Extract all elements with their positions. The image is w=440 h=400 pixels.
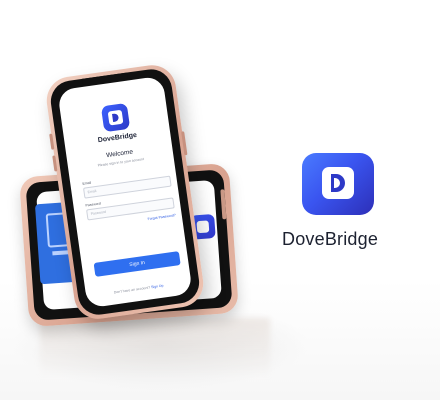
front-phone-bezel: DoveBridge Welcome Please sign in to you…	[48, 66, 202, 318]
phone-reflection	[40, 318, 270, 378]
email-label: Email	[82, 180, 92, 186]
back-phone-side-button	[220, 189, 227, 220]
volume-up-button	[49, 133, 55, 150]
power-button	[181, 131, 188, 156]
email-placeholder: Email	[87, 188, 97, 195]
email-field[interactable]: Email	[83, 175, 172, 199]
dove-bridge-logo-icon	[302, 153, 374, 215]
sign-in-button[interactable]: Sign In	[93, 251, 181, 277]
app-logo-icon	[100, 102, 131, 133]
mockup-stage: DoveBridge Welcome Please sign in to you…	[0, 0, 440, 400]
password-placeholder: Password	[90, 209, 107, 216]
volume-down-button	[52, 155, 58, 172]
signup-prompt-line: Don't have an account? Sign Up	[86, 280, 192, 299]
signup-link[interactable]: Sign Up	[151, 284, 164, 290]
login-screen: DoveBridge Welcome Please sign in to you…	[57, 75, 193, 309]
signup-prompt: Don't have an account?	[113, 285, 151, 295]
brand-name: DoveBridge	[282, 229, 379, 249]
forgot-password-link[interactable]: Forgot Password?	[147, 213, 176, 221]
